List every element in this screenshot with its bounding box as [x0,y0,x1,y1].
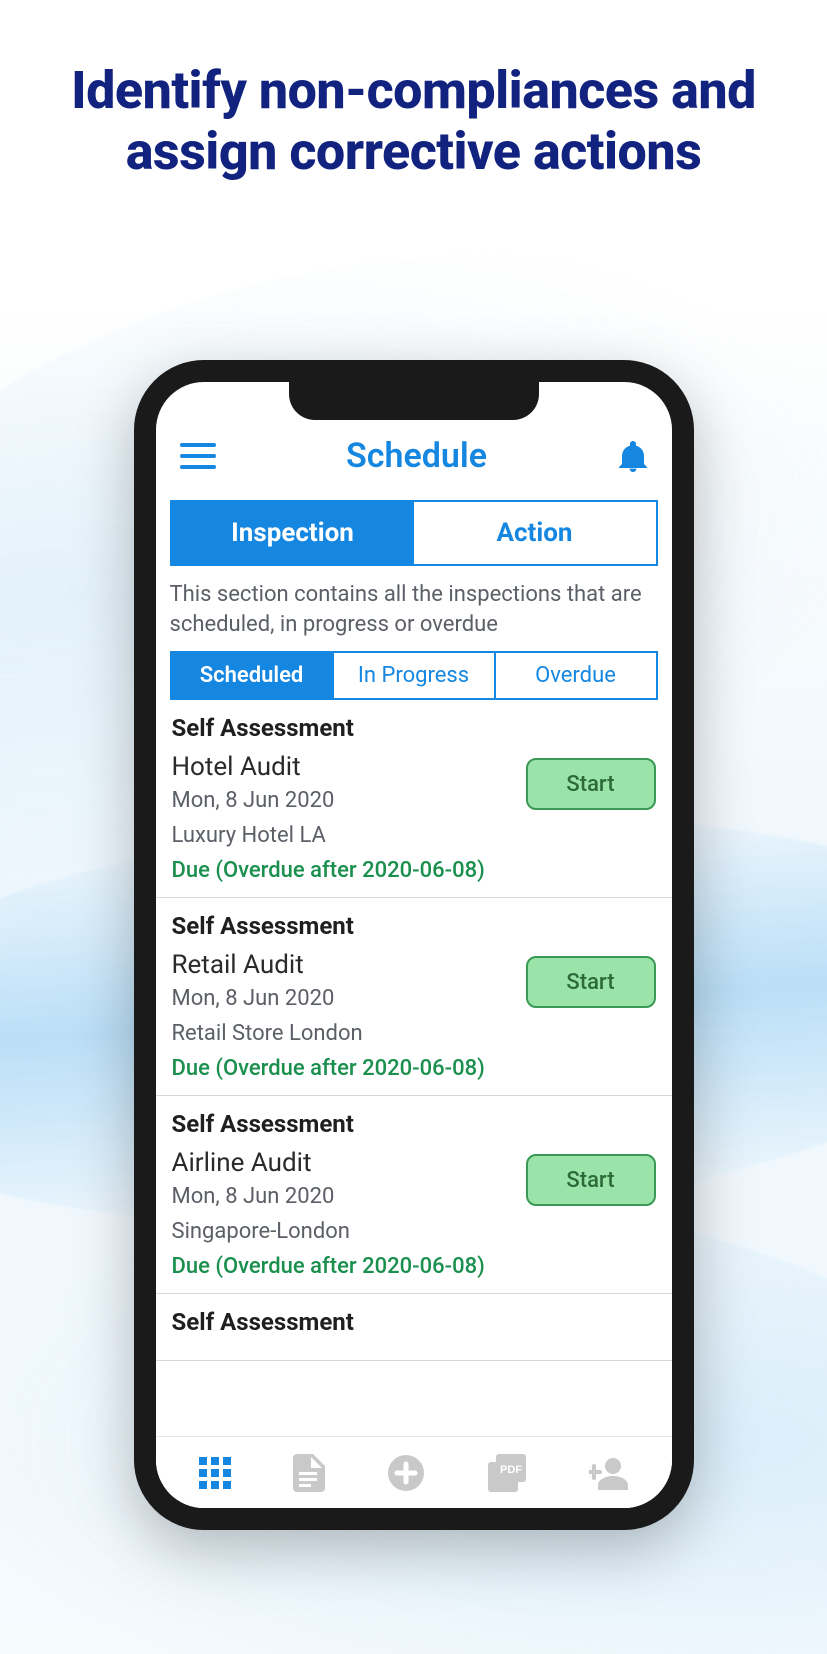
item-category: Self Assessment [172,1308,656,1336]
item-due-status: Due (Overdue after 2020-06-08) [172,1056,656,1081]
marketing-headline: Identify non-compliances and assign corr… [44,60,784,183]
grid-apps-icon[interactable] [198,1456,232,1490]
item-category: Self Assessment [172,912,656,940]
list-item[interactable]: Self Assessment Airline Audit Mon, 8 Jun… [156,1096,672,1294]
item-location: Retail Store London [172,1021,656,1046]
item-location: Luxury Hotel LA [172,823,656,848]
tab-action[interactable]: Action [414,502,656,564]
pdf-icon[interactable]: PDF [488,1454,528,1492]
svg-text:PDF: PDF [500,1464,522,1476]
add-circle-icon[interactable] [386,1453,426,1493]
hamburger-menu-icon[interactable] [180,442,216,470]
item-due-status: Due (Overdue after 2020-06-08) [172,858,656,883]
start-button[interactable]: Start [526,956,656,1008]
page-title: Schedule [346,436,487,476]
phone-frame: Schedule Inspection Action This section … [134,360,694,1530]
filter-overdue[interactable]: Overdue [494,653,656,698]
inspection-list[interactable]: Self Assessment Hotel Audit Mon, 8 Jun 2… [156,700,672,1436]
filter-segment-control: Scheduled In Progress Overdue [170,651,658,700]
add-person-icon[interactable] [589,1456,629,1490]
list-item[interactable]: Self Assessment Retail Audit Mon, 8 Jun … [156,898,672,1096]
list-item[interactable]: Self Assessment Hotel Audit Mon, 8 Jun 2… [156,700,672,898]
filter-scheduled[interactable]: Scheduled [172,653,332,698]
tab-inspection[interactable]: Inspection [172,502,414,564]
document-icon[interactable] [293,1454,325,1492]
main-segment-control: Inspection Action [170,500,658,566]
section-description: This section contains all the inspection… [156,580,672,651]
item-due-status: Due (Overdue after 2020-06-08) [172,1254,656,1279]
bottom-tab-bar: PDF [156,1436,672,1508]
app-screen: Schedule Inspection Action This section … [156,382,672,1508]
start-button[interactable]: Start [526,758,656,810]
start-button[interactable]: Start [526,1154,656,1206]
notification-bell-icon[interactable] [618,440,648,472]
filter-in-progress[interactable]: In Progress [332,653,494,698]
item-category: Self Assessment [172,1110,656,1138]
list-item[interactable]: Self Assessment [156,1294,672,1361]
item-location: Singapore-London [172,1219,656,1244]
item-category: Self Assessment [172,714,656,742]
phone-notch [289,380,539,420]
